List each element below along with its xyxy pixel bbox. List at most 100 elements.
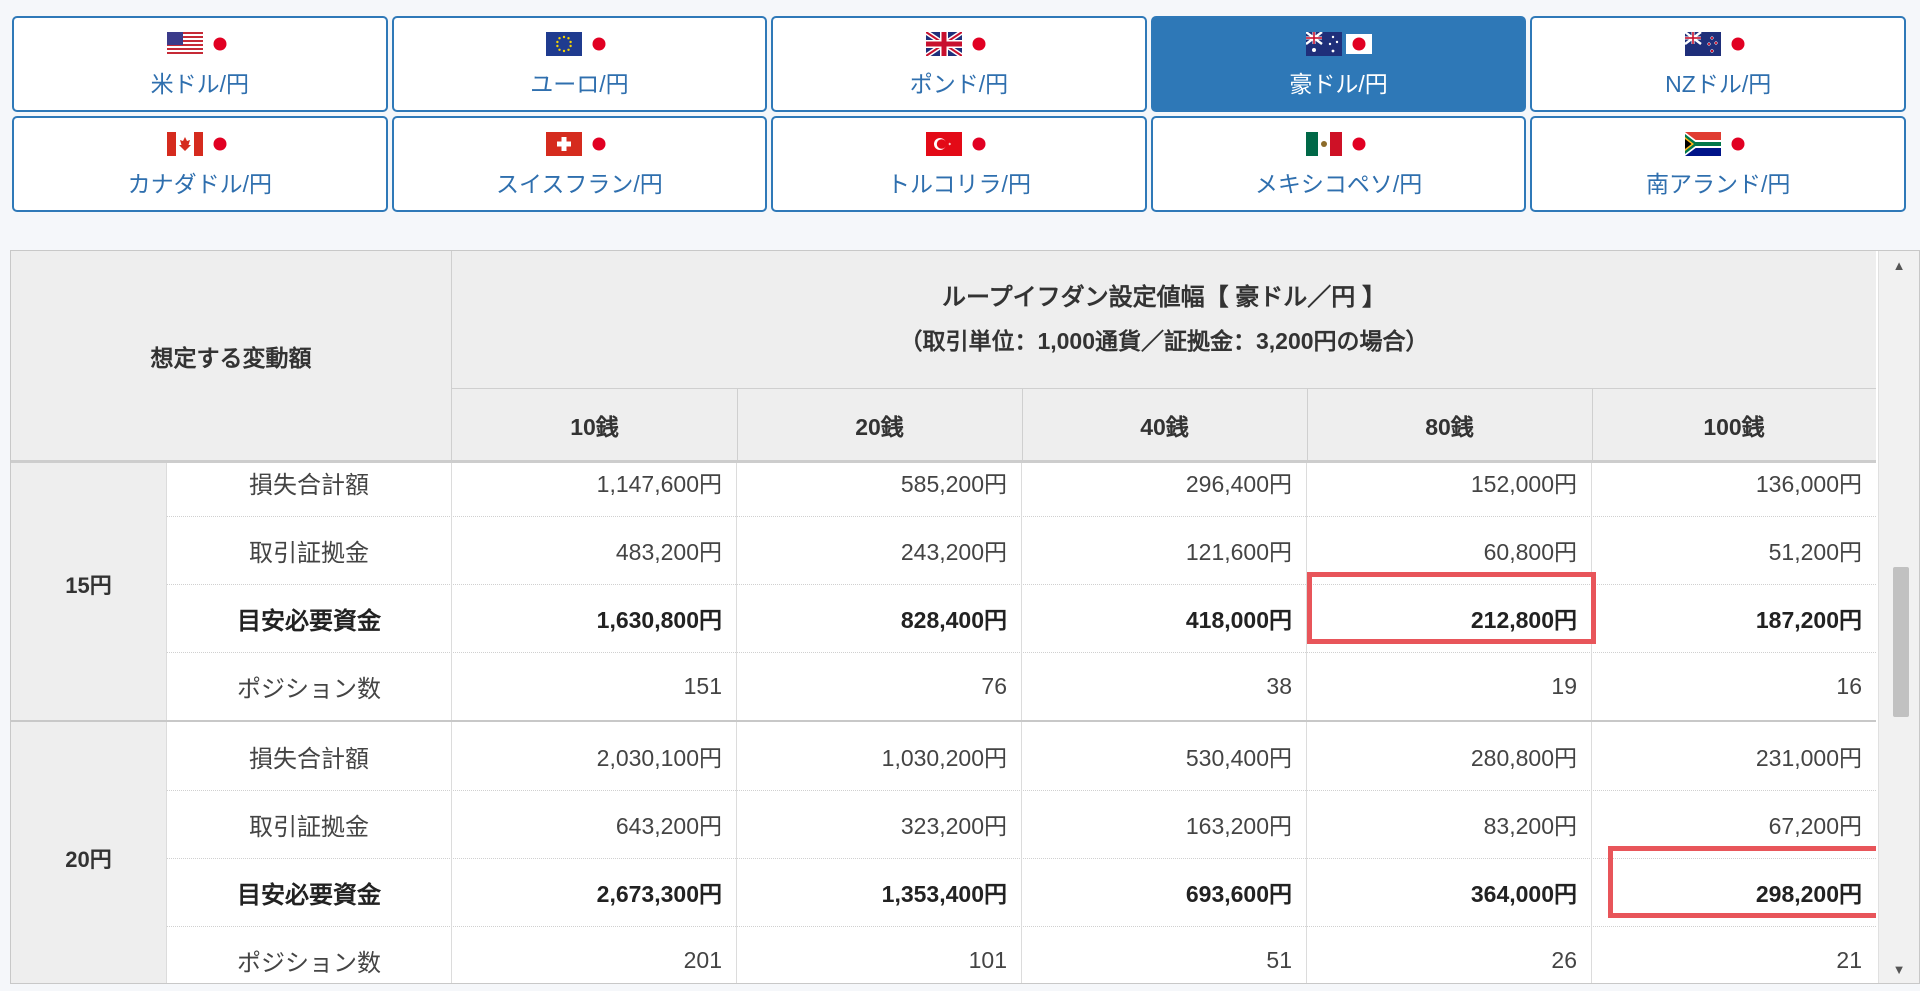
table-cell: 83,200円 bbox=[1307, 790, 1592, 858]
tab-label: トルコリラ/円 bbox=[887, 170, 1031, 197]
table-cell: 1,630,800円 bbox=[452, 584, 737, 652]
table-row: 目安必要資金 2,673,300円 1,353,400円 693,600円 36… bbox=[167, 858, 1876, 927]
row-label: 取引証拠金 bbox=[167, 516, 452, 584]
table-cell: 16 bbox=[1836, 672, 1862, 699]
scroll-up-icon[interactable]: ▲ bbox=[1879, 251, 1919, 279]
tab-aud-jpy[interactable]: 豪ドル/円 bbox=[1150, 16, 1527, 112]
ch-flag-icon bbox=[546, 131, 583, 156]
table-cell: 136,000円 bbox=[1755, 471, 1862, 497]
row-label: 目安必要資金 bbox=[167, 584, 452, 652]
table-cell: 298,200円 bbox=[1755, 881, 1862, 907]
table-cell: 51 bbox=[1022, 926, 1307, 983]
table-cell: 101 bbox=[737, 926, 1022, 983]
funds-table[interactable]: 想定する変動額 ループイフダン設定値幅【 豪ドル／円 】 （取引単位：1,000… bbox=[10, 250, 1920, 984]
table-cell: 364,000円 bbox=[1307, 858, 1592, 926]
table-title-sub: （取引単位：1,000通貨／証拠金：3,200円の場合） bbox=[899, 328, 1429, 355]
tab-eur-jpy[interactable]: ユーロ/円 bbox=[391, 16, 768, 112]
table-cell: 67,200円 bbox=[1768, 813, 1862, 839]
table-cell: 323,200円 bbox=[737, 790, 1022, 858]
scroll-thumb[interactable] bbox=[1893, 567, 1909, 717]
table-cell: 231,000円 bbox=[1755, 745, 1862, 771]
table-title-main: ループイフダン設定値幅【 豪ドル／円 】 bbox=[942, 283, 1386, 311]
gb-flag-icon bbox=[925, 31, 962, 56]
table-cell: 76 bbox=[737, 652, 1022, 720]
table-cell: 643,200円 bbox=[452, 790, 737, 858]
tab-label: メキシコペソ/円 bbox=[1254, 170, 1423, 197]
table-cell: 483,200円 bbox=[452, 516, 737, 584]
tab-zar-jpy[interactable]: 南アランド/円 bbox=[1530, 116, 1906, 212]
tab-chf-jpy[interactable]: スイスフラン/円 bbox=[391, 116, 768, 212]
table-cell: 212,800円 bbox=[1307, 584, 1592, 652]
japan-flag-icon bbox=[206, 133, 233, 154]
row-label: 取引証拠金 bbox=[167, 790, 452, 858]
table-cell: 2,673,300円 bbox=[452, 858, 737, 926]
tab-cad-jpy[interactable]: カナダドル/円 bbox=[12, 116, 388, 212]
table-cell: 60,800円 bbox=[1307, 516, 1592, 584]
vertical-scrollbar[interactable]: ▲ ▼ bbox=[1878, 251, 1919, 983]
table-cell: 187,200円 bbox=[1755, 607, 1862, 633]
ca-flag-icon bbox=[166, 131, 203, 156]
table-row: 目安必要資金 1,630,800円 828,400円 418,000円 212,… bbox=[167, 584, 1876, 653]
currency-tabs: 米ドル/円 ユーロ/円 ポンド/円 豪ドル/円 NZドル/円 カナダドル/円 ス… bbox=[12, 16, 1906, 212]
table-cell: 280,800円 bbox=[1307, 722, 1592, 790]
tab-label: ユーロ/円 bbox=[530, 70, 629, 97]
table-header: 想定する変動額 ループイフダン設定値幅【 豪ドル／円 】 （取引単位：1,000… bbox=[11, 251, 1876, 460]
table-body: 15円 損失合計額 1,147,600円 585,200円 296,400円 1… bbox=[11, 463, 1876, 983]
tab-label: NZドル/円 bbox=[1665, 70, 1772, 97]
mx-flag-icon bbox=[1305, 131, 1342, 156]
tab-label: 南アランド/円 bbox=[1646, 170, 1791, 197]
column-header-40sen: 40銭 bbox=[1022, 389, 1308, 460]
group-20yen: 20円 損失合計額 2,030,100円 1,030,200円 530,400円… bbox=[11, 722, 1876, 983]
tab-mxn-jpy[interactable]: メキシコペソ/円 bbox=[1150, 116, 1527, 212]
table-cell: 152,000円 bbox=[1307, 463, 1592, 516]
tab-label: 米ドル/円 bbox=[150, 70, 249, 97]
tab-label: 豪ドル/円 bbox=[1289, 70, 1388, 97]
table-cell: 585,200円 bbox=[737, 463, 1022, 516]
table-cell: 243,200円 bbox=[737, 516, 1022, 584]
table-cell: 38 bbox=[1022, 652, 1307, 720]
table-row: ポジション数 151 76 38 19 16 bbox=[167, 652, 1876, 721]
row-label: ポジション数 bbox=[167, 926, 452, 983]
japan-flag-icon bbox=[206, 33, 233, 54]
table-row: ポジション数 201 101 51 26 21 bbox=[167, 926, 1876, 983]
za-flag-icon bbox=[1685, 131, 1722, 156]
japan-flag-icon bbox=[586, 133, 613, 154]
corner-header: 想定する変動額 bbox=[11, 251, 452, 460]
scroll-down-icon[interactable]: ▼ bbox=[1879, 955, 1919, 983]
table-cell: 121,600円 bbox=[1022, 516, 1307, 584]
tab-nzd-jpy[interactable]: NZドル/円 bbox=[1530, 16, 1906, 112]
japan-flag-icon bbox=[965, 133, 992, 154]
table-cell: 828,400円 bbox=[737, 584, 1022, 652]
tab-label: スイスフラン/円 bbox=[496, 170, 663, 197]
tab-usd-jpy[interactable]: 米ドル/円 bbox=[12, 16, 388, 112]
tab-try-jpy[interactable]: トルコリラ/円 bbox=[771, 116, 1147, 212]
table-row: 取引証拠金 483,200円 243,200円 121,600円 60,800円… bbox=[167, 516, 1876, 585]
row-label: ポジション数 bbox=[167, 652, 452, 720]
table-cell: 51,200円 bbox=[1768, 539, 1862, 565]
eu-flag-icon bbox=[546, 31, 583, 56]
table-cell: 296,400円 bbox=[1022, 463, 1307, 516]
nz-flag-icon bbox=[1685, 31, 1722, 56]
japan-flag-icon bbox=[1345, 133, 1372, 154]
japan-flag-icon bbox=[586, 33, 613, 54]
table-cell: 26 bbox=[1307, 926, 1592, 983]
row-label: 目安必要資金 bbox=[167, 858, 452, 926]
table-cell: 21 bbox=[1836, 946, 1862, 973]
table-cell: 693,600円 bbox=[1022, 858, 1307, 926]
table-cell: 19 bbox=[1307, 652, 1592, 720]
table-cell: 530,400円 bbox=[1022, 722, 1307, 790]
table-row: 損失合計額 1,147,600円 585,200円 296,400円 152,0… bbox=[167, 463, 1876, 517]
table-cell: 201 bbox=[452, 926, 737, 983]
table-title: ループイフダン設定値幅【 豪ドル／円 】 （取引単位：1,000通貨／証拠金：3… bbox=[452, 251, 1876, 389]
column-header-20sen: 20銭 bbox=[737, 389, 1023, 460]
group-label: 20円 bbox=[11, 722, 167, 983]
japan-flag-icon bbox=[1725, 33, 1752, 54]
table-cell: 418,000円 bbox=[1022, 584, 1307, 652]
japan-flag-icon bbox=[1345, 33, 1372, 54]
tab-gbp-jpy[interactable]: ポンド/円 bbox=[771, 16, 1147, 112]
table-cell: 2,030,100円 bbox=[452, 722, 737, 790]
table-cell: 1,147,600円 bbox=[452, 463, 737, 516]
japan-flag-icon bbox=[965, 33, 992, 54]
japan-flag-icon bbox=[1725, 133, 1752, 154]
table-cell: 163,200円 bbox=[1022, 790, 1307, 858]
